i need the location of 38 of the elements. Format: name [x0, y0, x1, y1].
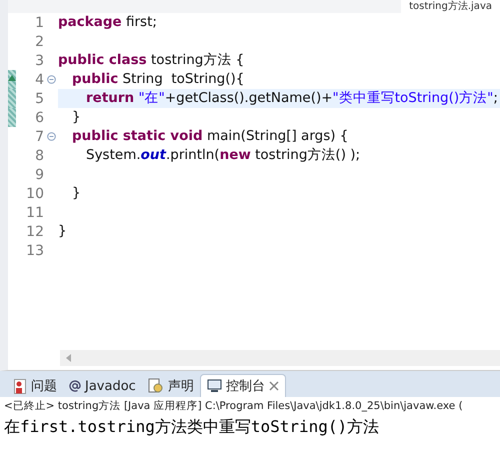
monitor-icon	[206, 379, 222, 393]
panel-tab[interactable]: 声明	[142, 375, 200, 397]
scroll-left-icon[interactable]	[66, 354, 72, 362]
line-number: 1	[34, 14, 44, 30]
panel-tab[interactable]: 控制台	[200, 374, 286, 397]
line-number: 13	[25, 242, 44, 258]
problems-icon	[14, 378, 27, 394]
line-number: 5	[34, 90, 44, 106]
line-number: 4	[34, 72, 44, 88]
code-line: }	[58, 222, 67, 241]
console-output: 在first.tostring方法类中重写toString()方法	[4, 417, 380, 438]
line-number: 10	[25, 186, 44, 202]
editor-tab[interactable]: tostring方法.java	[401, 0, 500, 13]
panel-tab[interactable]: 问题	[8, 375, 63, 397]
collapse-icon[interactable]	[46, 75, 56, 84]
line-number: 3	[34, 52, 44, 68]
code-line: public static void main(String[] args) {	[71, 127, 348, 146]
horizontal-scrollbar[interactable]	[60, 350, 500, 366]
close-icon[interactable]	[268, 381, 279, 391]
line-number: 8	[34, 148, 44, 164]
line-number: 11	[25, 204, 44, 220]
line-number: 6	[34, 110, 44, 126]
code-line: package first;	[58, 13, 157, 32]
collapse-icon[interactable]	[46, 132, 56, 141]
document-icon	[148, 378, 164, 394]
code-line: public String toString(){	[71, 70, 244, 89]
code-line: public class tostring方法 {	[58, 51, 244, 70]
line-number: 9	[34, 166, 44, 182]
code-line: System.out.println(new tostring方法() );	[85, 146, 360, 165]
at-sign-icon	[69, 380, 81, 392]
code-line: return "在"+getClass().getName()+"类中重写toString()方法";	[85, 89, 498, 108]
panel-tab[interactable]: Javadoc	[63, 375, 142, 397]
console-header: <已終止> tostring方法 [Java 应用程序] C:\Program Files\Java\jdk1.8.0_25\bin\javaw.exe (	[4, 399, 464, 413]
line-number: 2	[34, 34, 44, 50]
code-line: }	[71, 108, 81, 127]
line-number: 7	[34, 128, 44, 144]
line-number: 12	[25, 224, 44, 240]
code-line: }	[71, 184, 81, 203]
